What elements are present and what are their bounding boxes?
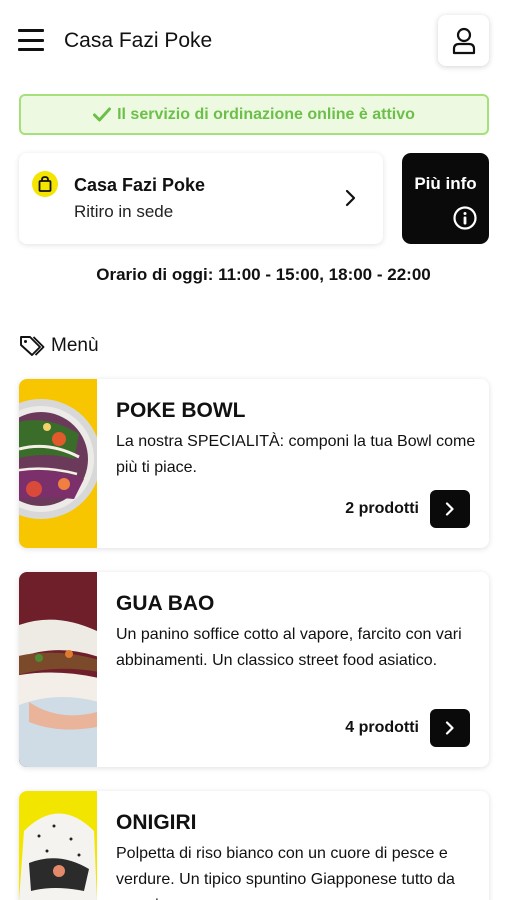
chevron-right-icon [445,721,454,735]
info-icon [453,206,477,230]
gua-bao-image [19,572,97,767]
opening-hours-today: Orario di oggi: 11:00 - 15:00, 18:00 - 2… [96,265,431,284]
open-category-button[interactable] [430,709,470,747]
shop-pickup-card[interactable]: Casa Fazi Poke Ritiro in sede [19,153,383,244]
poke-bowl-image [19,379,97,548]
app-title: Casa Fazi Poke [64,29,213,52]
category-product-count: 4 prodotti [345,719,419,736]
menu-heading: Menù [19,335,99,357]
category-card-poke-bowl[interactable]: POKE BOWL La nostra SPECIALITÀ: componi … [19,379,489,548]
category-card-onigiri[interactable]: ONIGIRI Polpetta di riso bianco con un c… [19,791,489,900]
more-info-label: Più info [414,174,477,193]
category-description: Un panino soffice cotto al vapore, farci… [116,626,462,669]
category-title: GUA BAO [116,592,215,615]
shop-name: Casa Fazi Poke [74,175,206,195]
chevron-right-icon [345,189,356,207]
category-description: La nostra SPECIALITÀ: componi la tua Bow… [116,433,476,476]
category-description: Polpetta di riso bianco con un cuore di … [116,845,455,900]
category-title: POKE BOWL [116,399,246,422]
open-category-button[interactable] [430,490,470,528]
shopping-bag-icon [32,171,58,197]
check-icon [93,107,112,122]
category-product-count: 2 prodotti [345,500,419,517]
menu-heading-label: Menù [51,335,99,356]
shop-pickup-mode: Ritiro in sede [74,202,174,221]
user-icon [452,27,475,54]
category-title: ONIGIRI [116,811,197,834]
user-account-button[interactable] [438,15,489,66]
onigiri-image [19,791,97,900]
status-text: Il servizio di ordinazione online è atti… [117,105,415,123]
ordering-status-banner: Il servizio di ordinazione online è atti… [19,94,489,135]
category-card-gua-bao[interactable]: GUA BAO Un panino soffice cotto al vapor… [19,572,489,767]
chevron-right-icon [445,502,454,516]
more-info-button[interactable]: Più info [402,153,489,244]
hamburger-menu-icon[interactable] [18,29,44,51]
app-header: Casa Fazi Poke [0,0,507,82]
tag-icon [19,335,47,357]
